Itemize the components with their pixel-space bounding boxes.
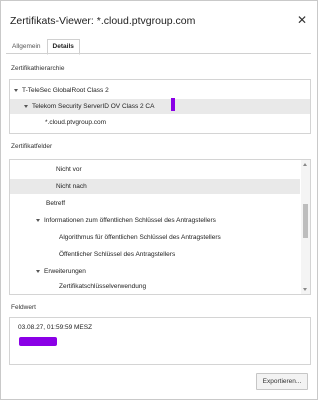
- hierarchy-item-label: T-TeleSec GlobalRoot Class 2: [22, 87, 109, 94]
- field-item-selected[interactable]: Nicht nach: [10, 179, 300, 194]
- field-item[interactable]: Erweiterungen: [10, 264, 300, 279]
- redaction-mark: [171, 98, 175, 111]
- expand-arrow-icon[interactable]: [24, 104, 28, 108]
- export-button[interactable]: Exportieren...: [256, 373, 308, 390]
- field-item-label: Algorithmus für öffentlichen Schlüssel d…: [59, 234, 221, 241]
- field-item-label: Betreff: [46, 200, 66, 207]
- field-value-label: Feldwert: [11, 304, 36, 311]
- expand-arrow-icon[interactable]: [14, 88, 18, 92]
- scroll-up-icon[interactable]: [303, 163, 307, 166]
- window-title: Zertifikats-Viewer: *.cloud.ptvgroup.com: [10, 15, 196, 27]
- tab-divider: [6, 53, 311, 54]
- tab-bar: Allgemein Details: [6, 39, 80, 55]
- field-item[interactable]: Informationen zum öffentlichen Schlüssel…: [10, 213, 300, 228]
- hierarchy-label: Zertifikathierarchie: [11, 65, 65, 72]
- field-item[interactable]: Öffentlicher Schlüssel des Antragsteller…: [10, 247, 300, 262]
- field-item[interactable]: Betreff: [10, 196, 300, 211]
- expand-arrow-icon[interactable]: [36, 269, 40, 273]
- fields-label: Zertifikatfelder: [11, 143, 53, 150]
- hierarchy-item-selected[interactable]: Telekom Security ServerID OV Class 2 CA: [10, 99, 310, 114]
- field-item-label: Erweiterungen: [44, 268, 86, 275]
- field-item-label: Zertifikatschlüsselverwendung: [59, 283, 147, 290]
- hierarchy-item[interactable]: T-TeleSec GlobalRoot Class 2: [10, 83, 310, 98]
- hierarchy-item-label: Telekom Security ServerID OV Class 2 CA: [32, 103, 155, 110]
- field-value-text: 03.08.27, 01:59:59 MESZ: [18, 324, 93, 331]
- certificate-viewer-window: Zertifikats-Viewer: *.cloud.ptvgroup.com…: [0, 0, 318, 400]
- field-item[interactable]: Zertifikatschlüsselverwendung: [10, 281, 300, 293]
- fields-scrollbar[interactable]: [301, 160, 310, 294]
- redaction-mark: [19, 337, 57, 346]
- expand-arrow-icon[interactable]: [36, 218, 40, 222]
- close-icon[interactable]: ✕: [295, 13, 309, 27]
- field-item[interactable]: Nicht vor: [10, 162, 300, 177]
- scroll-down-icon[interactable]: [303, 288, 307, 291]
- field-item-label: Informationen zum öffentlichen Schlüssel…: [44, 217, 216, 224]
- fields-list: Nicht vor Nicht nach Betreff Information…: [9, 159, 311, 295]
- hierarchy-item[interactable]: *.cloud.ptvgroup.com: [10, 115, 310, 130]
- hierarchy-tree: T-TeleSec GlobalRoot Class 2 Telekom Sec…: [9, 79, 311, 134]
- field-item-label: Nicht nach: [56, 183, 87, 190]
- field-item-label: Nicht vor: [56, 166, 82, 173]
- scrollbar-thumb[interactable]: [303, 204, 308, 238]
- hierarchy-item-label: *.cloud.ptvgroup.com: [45, 119, 107, 126]
- field-item[interactable]: Algorithmus für öffentlichen Schlüssel d…: [10, 230, 300, 245]
- field-item-label: Öffentlicher Schlüssel des Antragsteller…: [59, 251, 176, 258]
